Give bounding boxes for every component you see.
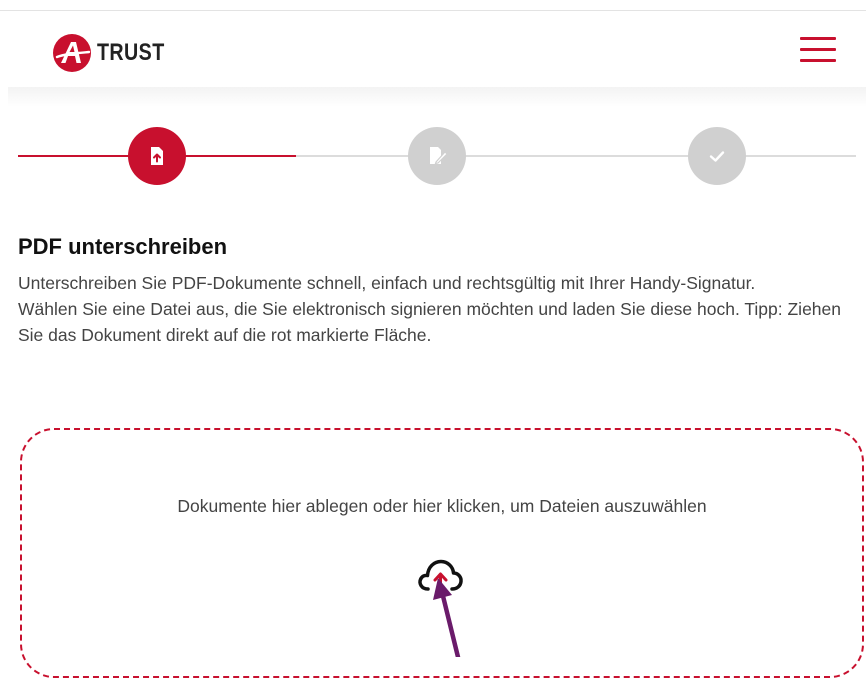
description-paragraph-1: Unterschreiben Sie PDF-Dokumente schnell…: [18, 273, 756, 293]
step-3-done[interactable]: [688, 127, 746, 185]
page-title: PDF unterschreiben: [18, 234, 228, 259]
file-dropzone[interactable]: [20, 428, 864, 678]
hamburger-menu-icon: [800, 37, 836, 40]
hamburger-line: [800, 48, 836, 51]
file-upload-icon: [151, 147, 163, 165]
stepper-remaining-line: [296, 155, 856, 157]
cloud-upload-icon[interactable]: [416, 556, 464, 596]
hamburger-line: [800, 59, 836, 62]
a-trust-logo[interactable]: TRUST: [52, 33, 180, 73]
header: TRUST: [0, 11, 866, 87]
file-sign-icon: [430, 147, 448, 165]
a-trust-logo-icon: [53, 34, 91, 72]
check-icon: [709, 151, 725, 162]
dropzone-label[interactable]: Dokumente hier ablegen oder hier klicken…: [0, 493, 866, 519]
step-1-upload[interactable]: [128, 127, 186, 185]
hamburger-menu-button[interactable]: [800, 37, 836, 63]
description-paragraph-2: Wählen Sie eine Datei aus, die Sie elekt…: [18, 299, 842, 345]
page-description: Unterschreiben Sie PDF-Dokumente schnell…: [18, 270, 853, 348]
step-2-sign[interactable]: [408, 127, 466, 185]
logo-text: TRUST: [97, 39, 165, 66]
